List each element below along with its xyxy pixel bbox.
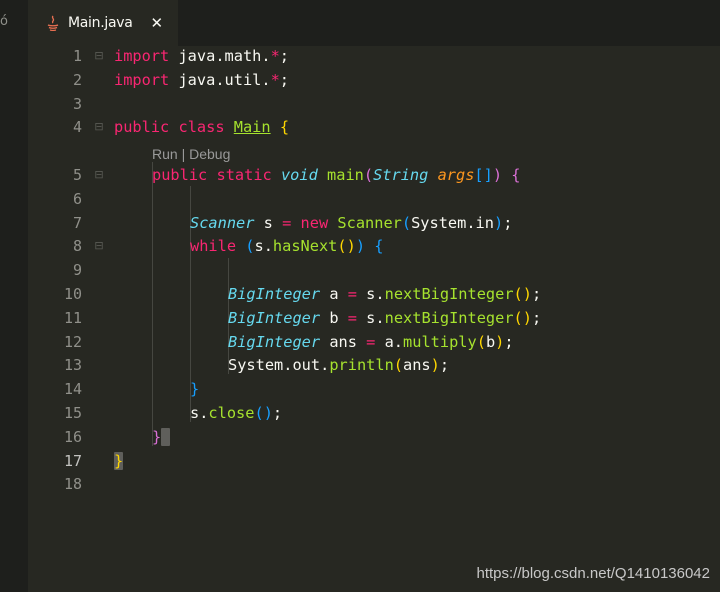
code-line: 13 System.out.println(ans);: [28, 354, 720, 378]
code-line: 15 s.close();: [28, 402, 720, 426]
fold-marker-icon[interactable]: ⊟: [94, 240, 104, 251]
activity-bar: ó: [0, 0, 28, 592]
code-line: 3: [28, 93, 720, 117]
code-line: 1 ⊟ import java.math.*;: [28, 45, 720, 69]
code-line: 7 Scanner s = new Scanner(System.in);: [28, 212, 720, 236]
line-number: 6: [72, 189, 82, 208]
code-text: }: [152, 426, 171, 450]
line-number: 10: [63, 285, 82, 303]
explorer-edge-icon[interactable]: ó: [0, 14, 8, 29]
line-number: 8: [72, 237, 82, 256]
fold-marker-icon[interactable]: ⊟: [94, 169, 104, 180]
fold-marker-icon[interactable]: ⊟: [94, 50, 104, 61]
code-line: 6: [28, 188, 720, 212]
code-text: }: [190, 380, 200, 399]
line-number: 1: [72, 47, 82, 65]
code-line: 2 import java.util.*;: [28, 69, 720, 93]
code-line: 17 }: [28, 450, 720, 474]
line-number: 16: [63, 427, 82, 446]
run-link[interactable]: Run: [152, 146, 178, 162]
code-text: import java.util.*;: [114, 70, 290, 89]
code-text: BigInteger b = s.nextBigInteger();: [228, 308, 542, 327]
code-text: public class Main {: [114, 118, 290, 137]
line-number: 5: [72, 166, 82, 184]
code-line: 10 BigInteger a = s.nextBigInteger();: [28, 283, 720, 307]
line-number: 3: [72, 94, 82, 113]
code-text: Scanner s = new Scanner(System.in);: [190, 213, 513, 232]
code-text: BigInteger ans = a.multiply(b);: [228, 332, 514, 351]
line-number: 9: [72, 261, 82, 280]
java-file-icon: [46, 15, 60, 31]
code-text: System.out.println(ans);: [228, 356, 450, 375]
line-number: 15: [63, 404, 82, 422]
code-line: 8 ⊟ while (s.hasNext()) {: [28, 235, 720, 259]
code-line: 5 ⊟ public static void main(String args[…: [28, 164, 720, 188]
tab-strip: Main.java ✕: [28, 0, 720, 46]
line-number: 12: [63, 332, 82, 351]
line-number: 18: [63, 475, 82, 494]
line-number: 17: [63, 451, 82, 470]
code-line: 14 }: [28, 378, 720, 402]
fold-marker-icon[interactable]: ⊟: [94, 121, 104, 132]
tab-label: Main.java: [68, 15, 133, 31]
code-line: 12 BigInteger ans = a.multiply(b);: [28, 331, 720, 355]
line-number: 4: [72, 118, 82, 137]
line-number: 14: [63, 380, 82, 399]
code-text: while (s.hasNext()) {: [190, 237, 384, 256]
code-text: }: [114, 451, 124, 470]
code-line: 9: [28, 259, 720, 283]
line-number: 13: [63, 356, 82, 375]
code-text: public static void main(String args[]) {: [152, 166, 521, 184]
code-line: 4 ⊟ public class Main {: [28, 116, 720, 140]
line-number: 11: [63, 308, 82, 327]
debug-link[interactable]: Debug: [189, 146, 230, 162]
watermark: https://blog.csdn.net/Q1410136042: [476, 565, 710, 582]
code-text: s.close();: [190, 404, 283, 422]
close-icon[interactable]: ✕: [151, 15, 164, 31]
tab-main-java[interactable]: Main.java ✕: [28, 0, 178, 46]
text-cursor: [161, 427, 171, 446]
code-text: BigInteger a = s.nextBigInteger();: [228, 285, 542, 303]
code-text: import java.math.*;: [114, 47, 290, 65]
codelens-separator: |: [181, 146, 186, 162]
code-line: 11 BigInteger b = s.nextBigInteger();: [28, 307, 720, 331]
code-line: 18: [28, 473, 720, 497]
line-number: 2: [72, 70, 82, 89]
code-line: 16 }: [28, 426, 720, 450]
codelens: Run | Debug: [152, 146, 230, 162]
code-editor[interactable]: Run | Debug 1 ⊟ import java.math.*; 2 im…: [28, 46, 720, 592]
line-number: 7: [72, 213, 82, 232]
